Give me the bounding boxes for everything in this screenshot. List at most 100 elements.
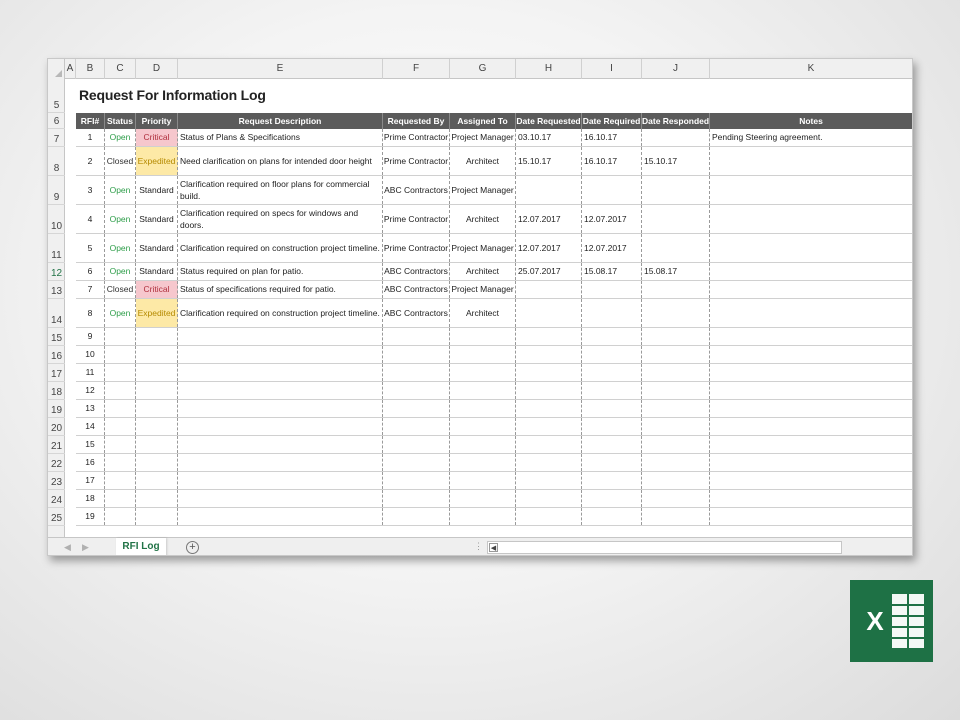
cell-notes[interactable]: [710, 328, 912, 345]
cell-req[interactable]: 12.07.2017: [516, 205, 582, 233]
cell-num[interactable]: 10: [76, 346, 105, 363]
cell-due[interactable]: [582, 176, 642, 204]
cell-num[interactable]: 17: [76, 472, 105, 489]
cell-notes[interactable]: [710, 508, 912, 525]
header-cell[interactable]: Notes: [710, 113, 912, 129]
cell-num[interactable]: 5: [76, 234, 105, 262]
cell-resp[interactable]: [642, 281, 710, 298]
cell-priority[interactable]: Standard: [136, 205, 178, 233]
cell-by[interactable]: ABC Contractors: [383, 263, 450, 280]
cell-req[interactable]: [516, 436, 582, 453]
cell-status[interactable]: [105, 346, 136, 363]
row-header-5[interactable]: 5: [48, 79, 65, 113]
cell-by[interactable]: ABC Contractors: [383, 176, 450, 204]
cell-num[interactable]: 8: [76, 299, 105, 327]
cell-status[interactable]: [105, 382, 136, 399]
cell-by[interactable]: [383, 418, 450, 435]
header-cell[interactable]: RFI#: [76, 113, 105, 129]
cell-resp[interactable]: [642, 382, 710, 399]
cell-desc[interactable]: [178, 472, 383, 489]
header-cell[interactable]: Assigned To: [450, 113, 516, 129]
cell-desc[interactable]: [178, 418, 383, 435]
cell-status[interactable]: Open: [105, 176, 136, 204]
cell-desc[interactable]: [178, 436, 383, 453]
cell-num[interactable]: 13: [76, 400, 105, 417]
sheet-nav-prev-icon[interactable]: ◀: [64, 542, 71, 553]
cell-resp[interactable]: [642, 490, 710, 507]
cell-status[interactable]: Open: [105, 234, 136, 262]
cell-notes[interactable]: [710, 454, 912, 471]
cell-priority[interactable]: Critical: [136, 129, 178, 146]
row-header-8[interactable]: 8: [48, 147, 65, 176]
cell-notes[interactable]: [710, 382, 912, 399]
cell-desc[interactable]: [178, 400, 383, 417]
cell-num[interactable]: 15: [76, 436, 105, 453]
cell-req[interactable]: [516, 418, 582, 435]
cell-num[interactable]: 6: [76, 263, 105, 280]
cell-num[interactable]: 7: [76, 281, 105, 298]
cell-resp[interactable]: [642, 364, 710, 381]
cell-to[interactable]: Architect: [450, 299, 516, 327]
cell-status[interactable]: [105, 454, 136, 471]
cell-by[interactable]: [383, 436, 450, 453]
row-header-21[interactable]: 21: [48, 436, 65, 454]
cell-req[interactable]: [516, 328, 582, 345]
cell-num[interactable]: 14: [76, 418, 105, 435]
cell-desc[interactable]: Clarification required on specs for wind…: [178, 205, 383, 233]
cell-by[interactable]: [383, 364, 450, 381]
cell-resp[interactable]: [642, 418, 710, 435]
cell-notes[interactable]: [710, 263, 912, 280]
column-header-f[interactable]: F: [383, 59, 450, 79]
cell-to[interactable]: [450, 346, 516, 363]
cell-resp[interactable]: [642, 346, 710, 363]
cell-resp[interactable]: [642, 176, 710, 204]
cell-due[interactable]: 12.07.2017: [582, 234, 642, 262]
cell-priority[interactable]: Standard: [136, 234, 178, 262]
cell-notes[interactable]: [710, 472, 912, 489]
cell-priority[interactable]: Standard: [136, 176, 178, 204]
cell-notes[interactable]: [710, 205, 912, 233]
cell-resp[interactable]: [642, 508, 710, 525]
cell-to[interactable]: [450, 418, 516, 435]
cell-due[interactable]: 16.10.17: [582, 129, 642, 146]
column-header-j[interactable]: J: [642, 59, 710, 79]
cell-priority[interactable]: [136, 400, 178, 417]
cell-resp[interactable]: [642, 234, 710, 262]
cell-notes[interactable]: [710, 436, 912, 453]
cell-to[interactable]: Architect: [450, 205, 516, 233]
cell-to[interactable]: Project Manager: [450, 234, 516, 262]
cell-desc[interactable]: [178, 454, 383, 471]
cell-by[interactable]: [383, 328, 450, 345]
cell-priority[interactable]: [136, 346, 178, 363]
cell-due[interactable]: [582, 490, 642, 507]
cell-to[interactable]: [450, 364, 516, 381]
plus-circle-icon[interactable]: +: [186, 541, 199, 554]
cell-by[interactable]: [383, 490, 450, 507]
cell-req[interactable]: [516, 364, 582, 381]
cell-by[interactable]: Prime Contractor: [383, 129, 450, 146]
cell-priority[interactable]: [136, 328, 178, 345]
cell-req[interactable]: [516, 346, 582, 363]
cell-num[interactable]: 3: [76, 176, 105, 204]
cell-desc[interactable]: [178, 382, 383, 399]
cell-resp[interactable]: 15.08.17: [642, 263, 710, 280]
cell-status[interactable]: [105, 328, 136, 345]
cell-num[interactable]: 12: [76, 382, 105, 399]
header-cell[interactable]: Date Responded: [642, 113, 710, 129]
cell-by[interactable]: [383, 454, 450, 471]
cell-priority[interactable]: [136, 508, 178, 525]
cell-desc[interactable]: [178, 328, 383, 345]
cell-desc[interactable]: Need clarification on plans for intended…: [178, 147, 383, 175]
row-header-16[interactable]: 16: [48, 346, 65, 364]
cell-req[interactable]: [516, 472, 582, 489]
row-header-9[interactable]: 9: [48, 176, 65, 205]
column-header-g[interactable]: G: [450, 59, 516, 79]
cell-notes[interactable]: [710, 364, 912, 381]
cell-priority[interactable]: Expedited: [136, 147, 178, 175]
cell-priority[interactable]: [136, 364, 178, 381]
cell-status[interactable]: [105, 364, 136, 381]
cell-num[interactable]: 16: [76, 454, 105, 471]
cell-to[interactable]: Project Manager: [450, 281, 516, 298]
header-cell[interactable]: Requested By: [383, 113, 450, 129]
row-header-24[interactable]: 24: [48, 490, 65, 508]
